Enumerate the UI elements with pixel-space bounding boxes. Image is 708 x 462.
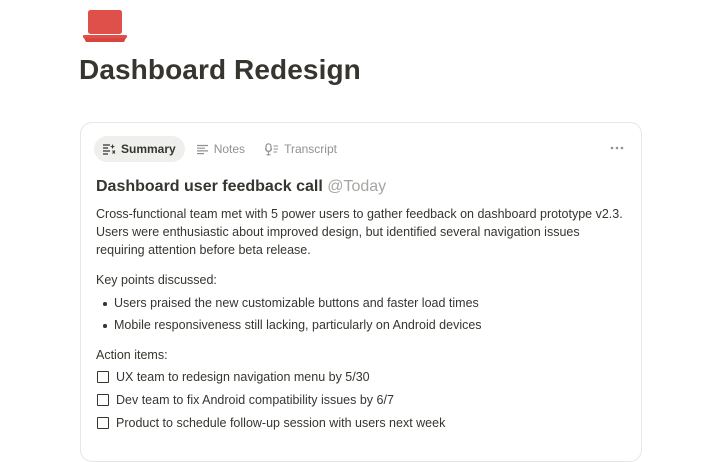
todo-item: Dev team to fix Android compatibility is… — [96, 391, 626, 409]
todo-text: Product to schedule follow-up session wi… — [116, 416, 446, 430]
list-item: Mobile responsiveness still lacking, par… — [96, 316, 626, 334]
bullet-icon — [103, 324, 107, 328]
key-points-label: Key points discussed: — [96, 273, 217, 287]
notes-icon — [196, 144, 208, 154]
laptop-icon — [83, 10, 127, 42]
bullet-icon — [103, 302, 107, 306]
tab-transcript[interactable]: Transcript — [257, 136, 346, 162]
todo-text: UX team to redesign navigation menu by 5… — [116, 370, 370, 384]
key-point-text: Users praised the new customizable butto… — [114, 296, 479, 310]
transcript-icon — [265, 142, 279, 155]
tab-summary[interactable]: Summary — [94, 136, 185, 162]
date-mention[interactable]: @Today — [327, 178, 386, 195]
key-points-list: Users praised the new customizable butto… — [96, 294, 626, 334]
todo-checkbox[interactable] — [97, 394, 109, 406]
list-item: Users praised the new customizable butto… — [96, 294, 626, 312]
summary-paragraph: Cross-functional team met with 5 power u… — [96, 207, 623, 257]
key-point-text: Mobile responsiveness still lacking, par… — [114, 318, 482, 332]
action-items-label: Action items: — [96, 348, 168, 362]
tab-notes[interactable]: Notes — [188, 136, 254, 162]
tab-summary-label: Summary — [121, 142, 176, 156]
summary-heading: Dashboard user feedback call @Today — [96, 177, 626, 197]
more-icon — [610, 146, 624, 150]
todo-text: Dev team to fix Android compatibility is… — [116, 393, 394, 407]
page-title: Dashboard Redesign — [79, 54, 361, 85]
action-items-list: UX team to redesign navigation menu by 5… — [96, 368, 626, 432]
todo-item: UX team to redesign navigation menu by 5… — [96, 368, 626, 386]
tab-notes-label: Notes — [213, 142, 246, 156]
summary-icon — [103, 144, 116, 155]
meeting-notes-card: Summary Notes Transcript Dashboard user … — [80, 122, 642, 462]
more-options-button[interactable] — [609, 140, 625, 156]
view-tabs: Summary Notes Transcript — [94, 136, 349, 162]
todo-item: Product to schedule follow-up session wi… — [96, 414, 626, 432]
summary-heading-text: Dashboard user feedback call — [96, 178, 323, 195]
todo-checkbox[interactable] — [97, 417, 109, 429]
todo-checkbox[interactable] — [97, 371, 109, 383]
tab-transcript-label: Transcript — [284, 142, 337, 156]
summary-content: Dashboard user feedback call @Today Cros… — [96, 177, 626, 437]
